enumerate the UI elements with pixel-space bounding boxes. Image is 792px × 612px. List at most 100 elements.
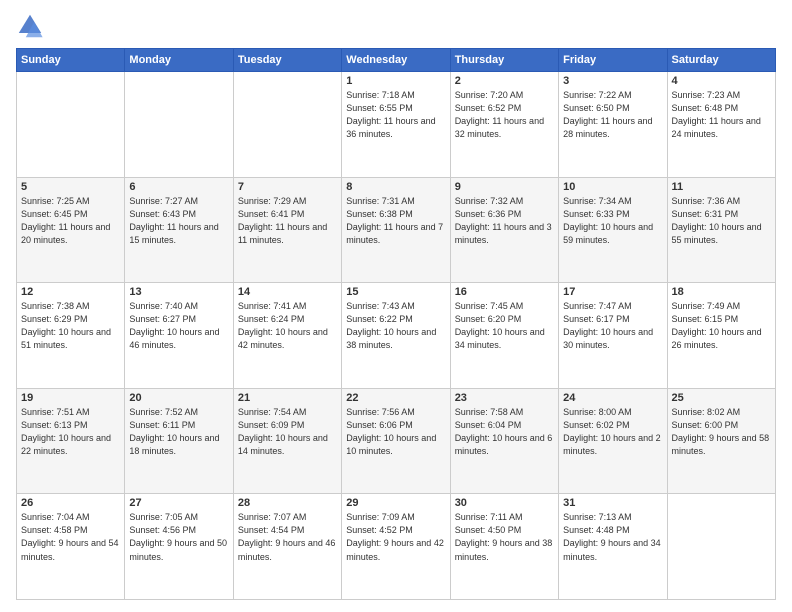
- day-info: Sunrise: 7:58 AMSunset: 6:04 PMDaylight:…: [455, 406, 554, 458]
- day-info: Sunrise: 7:23 AMSunset: 6:48 PMDaylight:…: [672, 89, 771, 141]
- day-info: Sunrise: 7:41 AMSunset: 6:24 PMDaylight:…: [238, 300, 337, 352]
- day-info: Sunrise: 7:07 AMSunset: 4:54 PMDaylight:…: [238, 511, 337, 563]
- day-number: 26: [21, 497, 120, 509]
- day-info: Sunrise: 7:13 AMSunset: 4:48 PMDaylight:…: [563, 511, 662, 563]
- day-number: 27: [129, 497, 228, 509]
- day-info: Sunrise: 7:20 AMSunset: 6:52 PMDaylight:…: [455, 89, 554, 141]
- day-number: 2: [455, 75, 554, 87]
- day-cell: 14 Sunrise: 7:41 AMSunset: 6:24 PMDaylig…: [233, 283, 341, 389]
- day-number: 5: [21, 181, 120, 193]
- day-info: Sunrise: 7:27 AMSunset: 6:43 PMDaylight:…: [129, 195, 228, 247]
- day-cell: 18 Sunrise: 7:49 AMSunset: 6:15 PMDaylig…: [667, 283, 775, 389]
- logo: [16, 12, 48, 40]
- day-info: Sunrise: 7:54 AMSunset: 6:09 PMDaylight:…: [238, 406, 337, 458]
- day-cell: 24 Sunrise: 8:00 AMSunset: 6:02 PMDaylig…: [559, 388, 667, 494]
- week-row-4: 19 Sunrise: 7:51 AMSunset: 6:13 PMDaylig…: [17, 388, 776, 494]
- day-info: Sunrise: 7:32 AMSunset: 6:36 PMDaylight:…: [455, 195, 554, 247]
- day-cell: 8 Sunrise: 7:31 AMSunset: 6:38 PMDayligh…: [342, 177, 450, 283]
- day-number: 3: [563, 75, 662, 87]
- day-number: 1: [346, 75, 445, 87]
- day-info: Sunrise: 7:36 AMSunset: 6:31 PMDaylight:…: [672, 195, 771, 247]
- day-cell: 25 Sunrise: 8:02 AMSunset: 6:00 PMDaylig…: [667, 388, 775, 494]
- day-number: 7: [238, 181, 337, 193]
- page: SundayMondayTuesdayWednesdayThursdayFrid…: [0, 0, 792, 612]
- day-cell: 15 Sunrise: 7:43 AMSunset: 6:22 PMDaylig…: [342, 283, 450, 389]
- day-info: Sunrise: 7:56 AMSunset: 6:06 PMDaylight:…: [346, 406, 445, 458]
- day-info: Sunrise: 7:09 AMSunset: 4:52 PMDaylight:…: [346, 511, 445, 563]
- day-number: 21: [238, 392, 337, 404]
- day-cell: 12 Sunrise: 7:38 AMSunset: 6:29 PMDaylig…: [17, 283, 125, 389]
- day-number: 29: [346, 497, 445, 509]
- day-info: Sunrise: 7:25 AMSunset: 6:45 PMDaylight:…: [21, 195, 120, 247]
- day-info: Sunrise: 7:34 AMSunset: 6:33 PMDaylight:…: [563, 195, 662, 247]
- day-number: 9: [455, 181, 554, 193]
- day-info: Sunrise: 7:49 AMSunset: 6:15 PMDaylight:…: [672, 300, 771, 352]
- day-number: 6: [129, 181, 228, 193]
- day-header-saturday: Saturday: [667, 49, 775, 72]
- logo-icon: [16, 12, 44, 40]
- day-number: 18: [672, 286, 771, 298]
- day-number: 15: [346, 286, 445, 298]
- day-header-monday: Monday: [125, 49, 233, 72]
- week-row-2: 5 Sunrise: 7:25 AMSunset: 6:45 PMDayligh…: [17, 177, 776, 283]
- day-cell: [233, 72, 341, 178]
- day-number: 16: [455, 286, 554, 298]
- day-cell: 27 Sunrise: 7:05 AMSunset: 4:56 PMDaylig…: [125, 494, 233, 600]
- day-info: Sunrise: 7:04 AMSunset: 4:58 PMDaylight:…: [21, 511, 120, 563]
- day-info: Sunrise: 8:00 AMSunset: 6:02 PMDaylight:…: [563, 406, 662, 458]
- day-number: 30: [455, 497, 554, 509]
- week-row-5: 26 Sunrise: 7:04 AMSunset: 4:58 PMDaylig…: [17, 494, 776, 600]
- day-number: 25: [672, 392, 771, 404]
- day-cell: 22 Sunrise: 7:56 AMSunset: 6:06 PMDaylig…: [342, 388, 450, 494]
- day-number: 4: [672, 75, 771, 87]
- day-number: 19: [21, 392, 120, 404]
- day-number: 17: [563, 286, 662, 298]
- day-cell: [667, 494, 775, 600]
- day-cell: 17 Sunrise: 7:47 AMSunset: 6:17 PMDaylig…: [559, 283, 667, 389]
- day-info: Sunrise: 7:22 AMSunset: 6:50 PMDaylight:…: [563, 89, 662, 141]
- day-cell: 5 Sunrise: 7:25 AMSunset: 6:45 PMDayligh…: [17, 177, 125, 283]
- day-number: 13: [129, 286, 228, 298]
- day-number: 10: [563, 181, 662, 193]
- day-number: 14: [238, 286, 337, 298]
- day-cell: [17, 72, 125, 178]
- day-info: Sunrise: 7:45 AMSunset: 6:20 PMDaylight:…: [455, 300, 554, 352]
- day-number: 20: [129, 392, 228, 404]
- day-info: Sunrise: 7:52 AMSunset: 6:11 PMDaylight:…: [129, 406, 228, 458]
- day-cell: 28 Sunrise: 7:07 AMSunset: 4:54 PMDaylig…: [233, 494, 341, 600]
- day-info: Sunrise: 7:31 AMSunset: 6:38 PMDaylight:…: [346, 195, 445, 247]
- day-header-sunday: Sunday: [17, 49, 125, 72]
- day-number: 23: [455, 392, 554, 404]
- day-cell: 29 Sunrise: 7:09 AMSunset: 4:52 PMDaylig…: [342, 494, 450, 600]
- day-number: 8: [346, 181, 445, 193]
- day-cell: 30 Sunrise: 7:11 AMSunset: 4:50 PMDaylig…: [450, 494, 558, 600]
- day-cell: 3 Sunrise: 7:22 AMSunset: 6:50 PMDayligh…: [559, 72, 667, 178]
- day-info: Sunrise: 7:18 AMSunset: 6:55 PMDaylight:…: [346, 89, 445, 141]
- day-cell: 20 Sunrise: 7:52 AMSunset: 6:11 PMDaylig…: [125, 388, 233, 494]
- header: [16, 12, 776, 40]
- day-cell: 16 Sunrise: 7:45 AMSunset: 6:20 PMDaylig…: [450, 283, 558, 389]
- day-cell: 2 Sunrise: 7:20 AMSunset: 6:52 PMDayligh…: [450, 72, 558, 178]
- day-info: Sunrise: 7:05 AMSunset: 4:56 PMDaylight:…: [129, 511, 228, 563]
- week-row-1: 1 Sunrise: 7:18 AMSunset: 6:55 PMDayligh…: [17, 72, 776, 178]
- day-cell: 31 Sunrise: 7:13 AMSunset: 4:48 PMDaylig…: [559, 494, 667, 600]
- day-info: Sunrise: 7:11 AMSunset: 4:50 PMDaylight:…: [455, 511, 554, 563]
- day-info: Sunrise: 8:02 AMSunset: 6:00 PMDaylight:…: [672, 406, 771, 458]
- day-info: Sunrise: 7:43 AMSunset: 6:22 PMDaylight:…: [346, 300, 445, 352]
- day-info: Sunrise: 7:38 AMSunset: 6:29 PMDaylight:…: [21, 300, 120, 352]
- calendar-table: SundayMondayTuesdayWednesdayThursdayFrid…: [16, 48, 776, 600]
- day-cell: 4 Sunrise: 7:23 AMSunset: 6:48 PMDayligh…: [667, 72, 775, 178]
- day-info: Sunrise: 7:29 AMSunset: 6:41 PMDaylight:…: [238, 195, 337, 247]
- day-cell: [125, 72, 233, 178]
- day-number: 12: [21, 286, 120, 298]
- day-cell: 9 Sunrise: 7:32 AMSunset: 6:36 PMDayligh…: [450, 177, 558, 283]
- day-header-thursday: Thursday: [450, 49, 558, 72]
- day-header-tuesday: Tuesday: [233, 49, 341, 72]
- day-cell: 1 Sunrise: 7:18 AMSunset: 6:55 PMDayligh…: [342, 72, 450, 178]
- day-number: 28: [238, 497, 337, 509]
- day-cell: 26 Sunrise: 7:04 AMSunset: 4:58 PMDaylig…: [17, 494, 125, 600]
- day-cell: 6 Sunrise: 7:27 AMSunset: 6:43 PMDayligh…: [125, 177, 233, 283]
- day-number: 22: [346, 392, 445, 404]
- day-cell: 19 Sunrise: 7:51 AMSunset: 6:13 PMDaylig…: [17, 388, 125, 494]
- day-cell: 7 Sunrise: 7:29 AMSunset: 6:41 PMDayligh…: [233, 177, 341, 283]
